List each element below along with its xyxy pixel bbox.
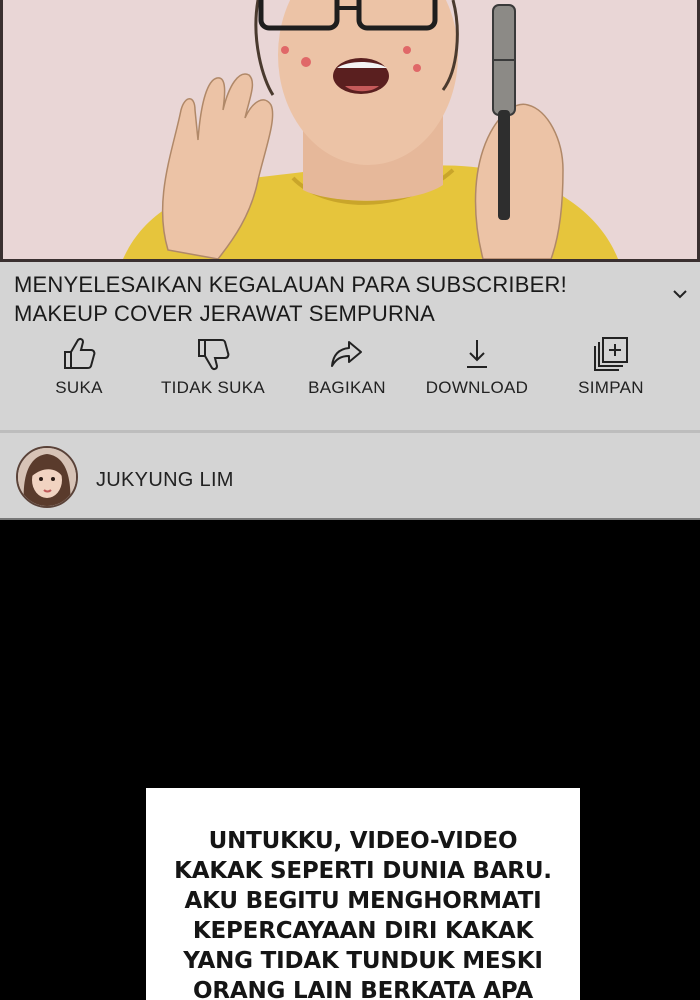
caption-line: AKU BEGITU MENGHORMATI: [184, 888, 542, 914]
video-player[interactable]: [0, 0, 700, 262]
action-bar: SUKA TIDAK SUKA BAGIKAN DOWNLOAD SIMPAN: [0, 334, 700, 404]
caption-line: ORANG LAIN BERKATA APA: [193, 978, 533, 1000]
add-to-playlist-icon: [594, 337, 628, 371]
dislike-label: TIDAK SUKA: [160, 378, 266, 397]
caption-line: UNTUKKU, VIDEO-VIDEO: [208, 828, 518, 854]
video-thumbnail-illustration: [123, 0, 618, 259]
like-button[interactable]: SUKA: [14, 334, 144, 404]
save-label: SIMPAN: [578, 378, 644, 397]
caption-line: KEPERCAYAAN DIRI KAKAK: [192, 918, 534, 944]
thumbs-down-icon: [198, 339, 230, 371]
caption-line: KAKAK SEPERTI DUNIA BARU.: [174, 858, 552, 884]
thumbs-up-icon: [64, 337, 96, 369]
save-button[interactable]: SIMPAN: [546, 334, 676, 404]
chevron-down-icon[interactable]: [670, 284, 690, 304]
video-info-panel: MENYELESAIKAN KEGALAUAN PARA SUBSCRIBER!…: [0, 262, 700, 430]
download-icon: [467, 340, 487, 368]
like-label: SUKA: [55, 378, 103, 397]
dislike-button[interactable]: TIDAK SUKA: [148, 334, 278, 404]
caption-line: YANG TIDAK TUNDUK MESKI: [183, 948, 543, 974]
share-button[interactable]: BAGIKAN: [282, 334, 412, 404]
avatar[interactable]: [16, 446, 78, 508]
video-title-line-1: MENYELESAIKAN KEGALAUAN PARA SUBSCRIBER!: [14, 272, 567, 297]
channel-name[interactable]: JUKYUNG LIM: [96, 469, 234, 492]
video-title-line-2: MAKEUP COVER JERAWAT SEMPURNA: [14, 301, 436, 326]
caption-box: UNTUKKU, VIDEO-VIDEO KAKAK SEPERTI DUNIA…: [146, 788, 580, 1000]
share-icon: [331, 341, 362, 367]
video-title[interactable]: MENYELESAIKAN KEGALAUAN PARA SUBSCRIBER!…: [14, 270, 654, 328]
download-label: DOWNLOAD: [425, 378, 529, 397]
download-button[interactable]: DOWNLOAD: [412, 334, 542, 404]
share-label: BAGIKAN: [308, 378, 386, 397]
channel-row[interactable]: JUKYUNG LIM: [0, 433, 700, 520]
caption-text: UNTUKKU, VIDEO-VIDEO KAKAK SEPERTI DUNIA…: [146, 826, 580, 1000]
